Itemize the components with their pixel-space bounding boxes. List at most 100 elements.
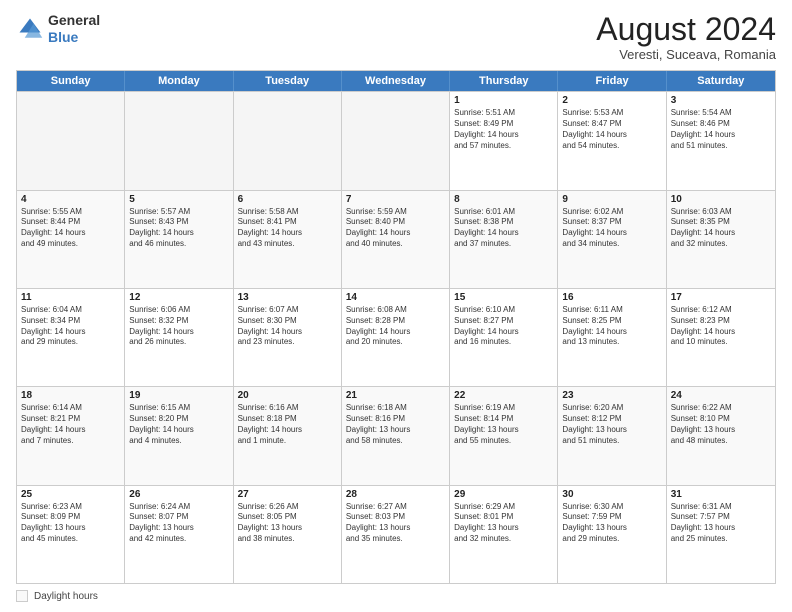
day-cell-30: 30 Sunrise: 6:30 AM Sunset: 7:59 PM Dayli… bbox=[558, 486, 666, 583]
day-number: 28 bbox=[346, 489, 445, 500]
day-number: 15 bbox=[454, 292, 553, 303]
logo: General Blue bbox=[16, 12, 100, 46]
day-number: 14 bbox=[346, 292, 445, 303]
day-info: Sunrise: 6:02 AM Sunset: 8:37 PM Dayligh… bbox=[562, 207, 661, 250]
day-number: 31 bbox=[671, 489, 771, 500]
day-cell-12: 12Sunrise: 6:06 AM Sunset: 8:32 PM Dayli… bbox=[125, 289, 233, 386]
day-number: 19 bbox=[129, 390, 228, 401]
day-number: 6 bbox=[238, 194, 337, 205]
day-info: Sunrise: 6:29 AM Sunset: 8:01 PM Dayligh… bbox=[454, 502, 553, 545]
logo-general: General bbox=[48, 12, 100, 28]
day-info: Sunrise: 6:15 AM Sunset: 8:20 PM Dayligh… bbox=[129, 403, 228, 446]
day-info: Sunrise: 6:18 AM Sunset: 8:16 PM Dayligh… bbox=[346, 403, 445, 446]
day-info: Sunrise: 6:27 AM Sunset: 8:03 PM Dayligh… bbox=[346, 502, 445, 545]
day-info: Sunrise: 6:19 AM Sunset: 8:14 PM Dayligh… bbox=[454, 403, 553, 446]
day-number: 3 bbox=[671, 95, 771, 106]
legend: Daylight hours bbox=[16, 590, 776, 602]
calendar-week-4: 18Sunrise: 6:14 AM Sunset: 8:21 PM Dayli… bbox=[17, 386, 775, 484]
day-cell-empty bbox=[234, 92, 342, 189]
day-cell-20: 20 Sunrise: 6:16 AM Sunset: 8:18 PM Dayli… bbox=[234, 387, 342, 484]
day-number: 4 bbox=[21, 194, 120, 205]
day-info: Sunrise: 5:51 AM Sunset: 8:49 PM Dayligh… bbox=[454, 108, 553, 151]
day-cell-25: 25 Sunrise: 6:23 AM Sunset: 8:09 PM Dayli… bbox=[17, 486, 125, 583]
subtitle: Veresti, Suceava, Romania bbox=[596, 47, 776, 62]
day-info: Sunrise: 6:01 AM Sunset: 8:38 PM Dayligh… bbox=[454, 207, 553, 250]
day-cell-22: 22 Sunrise: 6:19 AM Sunset: 8:14 PM Dayli… bbox=[450, 387, 558, 484]
day-number: 29 bbox=[454, 489, 553, 500]
day-number: 20 bbox=[238, 390, 337, 401]
title-block: August 2024 Veresti, Suceava, Romania bbox=[596, 12, 776, 62]
day-info: Sunrise: 5:57 AM Sunset: 8:43 PM Dayligh… bbox=[129, 207, 228, 250]
day-number: 24 bbox=[671, 390, 771, 401]
day-info: Sunrise: 6:16 AM Sunset: 8:18 PM Dayligh… bbox=[238, 403, 337, 446]
day-cell-10: 10 Sunrise: 6:03 AM Sunset: 8:35 PM Dayli… bbox=[667, 191, 775, 288]
day-number: 21 bbox=[346, 390, 445, 401]
day-cell-15: 15 Sunrise: 6:10 AM Sunset: 8:27 PM Dayli… bbox=[450, 289, 558, 386]
calendar-week-5: 25 Sunrise: 6:23 AM Sunset: 8:09 PM Dayli… bbox=[17, 485, 775, 583]
calendar: SundayMondayTuesdayWednesdayThursdayFrid… bbox=[16, 70, 776, 584]
day-number: 23 bbox=[562, 390, 661, 401]
header-day-monday: Monday bbox=[125, 71, 233, 91]
day-info: Sunrise: 6:08 AM Sunset: 8:28 PM Dayligh… bbox=[346, 305, 445, 348]
legend-box bbox=[16, 590, 28, 602]
day-number: 12 bbox=[129, 292, 228, 303]
day-cell-2: 2 Sunrise: 5:53 AM Sunset: 8:47 PM Daylig… bbox=[558, 92, 666, 189]
day-info: Sunrise: 6:14 AM Sunset: 8:21 PM Dayligh… bbox=[21, 403, 120, 446]
day-cell-18: 18Sunrise: 6:14 AM Sunset: 8:21 PM Dayli… bbox=[17, 387, 125, 484]
day-number: 7 bbox=[346, 194, 445, 205]
day-info: Sunrise: 6:03 AM Sunset: 8:35 PM Dayligh… bbox=[671, 207, 771, 250]
day-cell-16: 16Sunrise: 6:11 AM Sunset: 8:25 PM Dayli… bbox=[558, 289, 666, 386]
day-info: Sunrise: 5:53 AM Sunset: 8:47 PM Dayligh… bbox=[562, 108, 661, 151]
day-number: 22 bbox=[454, 390, 553, 401]
day-info: Sunrise: 5:59 AM Sunset: 8:40 PM Dayligh… bbox=[346, 207, 445, 250]
day-number: 10 bbox=[671, 194, 771, 205]
day-cell-21: 21 Sunrise: 6:18 AM Sunset: 8:16 PM Dayli… bbox=[342, 387, 450, 484]
header-day-tuesday: Tuesday bbox=[234, 71, 342, 91]
day-number: 9 bbox=[562, 194, 661, 205]
calendar-week-2: 4 Sunrise: 5:55 AM Sunset: 8:44 PM Daylig… bbox=[17, 190, 775, 288]
day-info: Sunrise: 5:55 AM Sunset: 8:44 PM Dayligh… bbox=[21, 207, 120, 250]
page: General Blue August 2024 Veresti, Suceav… bbox=[0, 0, 792, 612]
day-cell-empty bbox=[125, 92, 233, 189]
day-cell-9: 9 Sunrise: 6:02 AM Sunset: 8:37 PM Daylig… bbox=[558, 191, 666, 288]
header-day-wednesday: Wednesday bbox=[342, 71, 450, 91]
day-cell-6: 6 Sunrise: 5:58 AM Sunset: 8:41 PM Daylig… bbox=[234, 191, 342, 288]
day-info: Sunrise: 6:11 AM Sunset: 8:25 PM Dayligh… bbox=[562, 305, 661, 348]
logo-text: General Blue bbox=[48, 12, 100, 46]
calendar-header: SundayMondayTuesdayWednesdayThursdayFrid… bbox=[17, 71, 775, 91]
header-day-friday: Friday bbox=[558, 71, 666, 91]
day-info: Sunrise: 6:10 AM Sunset: 8:27 PM Dayligh… bbox=[454, 305, 553, 348]
calendar-week-3: 11Sunrise: 6:04 AM Sunset: 8:34 PM Dayli… bbox=[17, 288, 775, 386]
day-number: 30 bbox=[562, 489, 661, 500]
day-info: Sunrise: 6:12 AM Sunset: 8:23 PM Dayligh… bbox=[671, 305, 771, 348]
logo-icon bbox=[16, 15, 44, 43]
day-info: Sunrise: 6:30 AM Sunset: 7:59 PM Dayligh… bbox=[562, 502, 661, 545]
day-info: Sunrise: 6:04 AM Sunset: 8:34 PM Dayligh… bbox=[21, 305, 120, 348]
day-cell-5: 5Sunrise: 5:57 AM Sunset: 8:43 PM Daylig… bbox=[125, 191, 233, 288]
day-cell-11: 11Sunrise: 6:04 AM Sunset: 8:34 PM Dayli… bbox=[17, 289, 125, 386]
day-number: 17 bbox=[671, 292, 771, 303]
day-info: Sunrise: 6:20 AM Sunset: 8:12 PM Dayligh… bbox=[562, 403, 661, 446]
day-cell-26: 26Sunrise: 6:24 AM Sunset: 8:07 PM Dayli… bbox=[125, 486, 233, 583]
day-info: Sunrise: 6:07 AM Sunset: 8:30 PM Dayligh… bbox=[238, 305, 337, 348]
header-day-thursday: Thursday bbox=[450, 71, 558, 91]
day-number: 2 bbox=[562, 95, 661, 106]
legend-label: Daylight hours bbox=[34, 591, 98, 602]
day-cell-31: 31 Sunrise: 6:31 AM Sunset: 7:57 PM Dayli… bbox=[667, 486, 775, 583]
day-cell-7: 7 Sunrise: 5:59 AM Sunset: 8:40 PM Daylig… bbox=[342, 191, 450, 288]
day-number: 1 bbox=[454, 95, 553, 106]
day-info: Sunrise: 5:58 AM Sunset: 8:41 PM Dayligh… bbox=[238, 207, 337, 250]
day-cell-28: 28 Sunrise: 6:27 AM Sunset: 8:03 PM Dayli… bbox=[342, 486, 450, 583]
day-number: 8 bbox=[454, 194, 553, 205]
day-cell-1: 1 Sunrise: 5:51 AM Sunset: 8:49 PM Daylig… bbox=[450, 92, 558, 189]
day-cell-13: 13Sunrise: 6:07 AM Sunset: 8:30 PM Dayli… bbox=[234, 289, 342, 386]
header: General Blue August 2024 Veresti, Suceav… bbox=[16, 12, 776, 62]
day-number: 25 bbox=[21, 489, 120, 500]
day-info: Sunrise: 6:31 AM Sunset: 7:57 PM Dayligh… bbox=[671, 502, 771, 545]
day-info: Sunrise: 6:22 AM Sunset: 8:10 PM Dayligh… bbox=[671, 403, 771, 446]
day-cell-empty bbox=[17, 92, 125, 189]
day-info: Sunrise: 5:54 AM Sunset: 8:46 PM Dayligh… bbox=[671, 108, 771, 151]
logo-blue: Blue bbox=[48, 29, 78, 45]
day-cell-14: 14 Sunrise: 6:08 AM Sunset: 8:28 PM Dayli… bbox=[342, 289, 450, 386]
day-info: Sunrise: 6:23 AM Sunset: 8:09 PM Dayligh… bbox=[21, 502, 120, 545]
